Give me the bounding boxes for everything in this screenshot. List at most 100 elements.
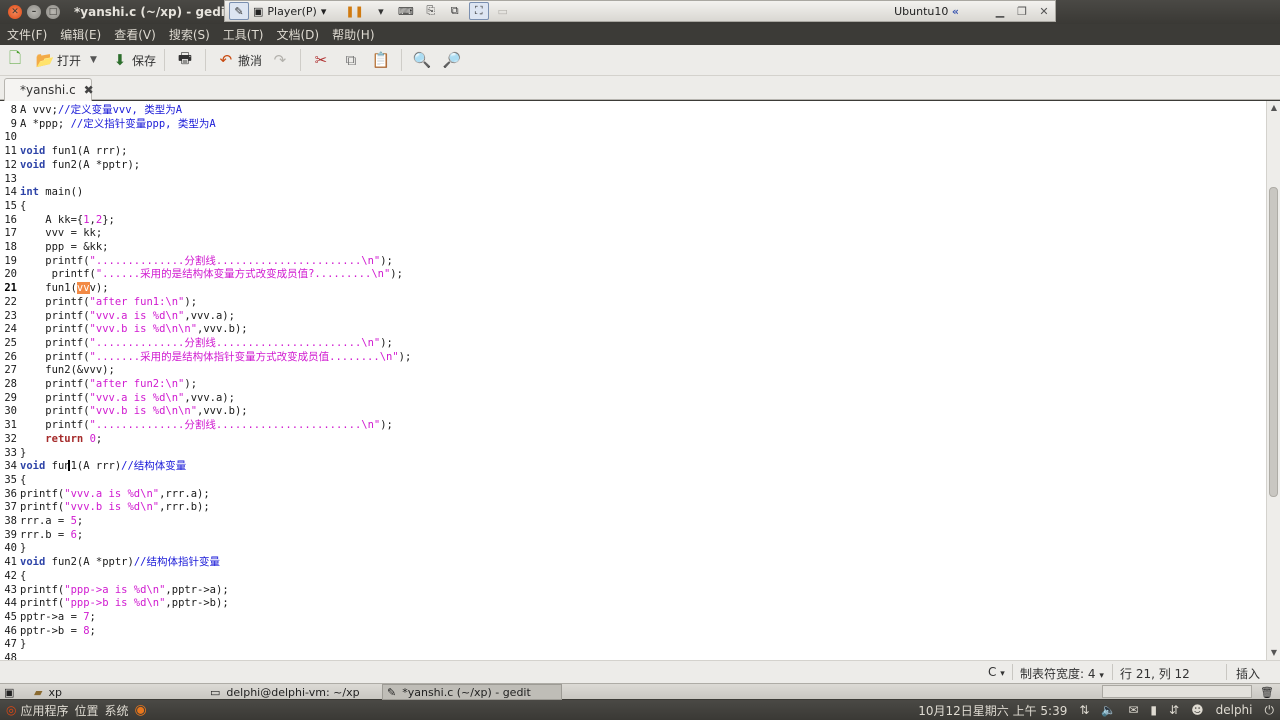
line-text: { [20,199,27,212]
undo-button[interactable]: ↶ 撤消 [214,47,265,73]
line-text: printf("..............分割线...............… [20,254,393,267]
find-button[interactable]: 🔍 [410,47,437,73]
taskbar-item-label: delphi@delphi-vm: ~/xp [226,685,360,699]
window-close-button[interactable]: ✕ [8,5,22,19]
save-label: 保存 [131,53,156,68]
firefox-icon[interactable]: ◉ [135,702,147,718]
code-editor[interactable]: 8A vvv;//定义变量vvv, 类型为A 9 A *ppp; //定义指针变量p… [0,101,1266,660]
line-number: 28 [4,378,17,390]
power-icon[interactable]: ⏻ [1265,703,1275,718]
menu-tools[interactable]: 工具(T) [216,26,270,43]
replace-button[interactable]: 🔎 [440,47,467,73]
scroll-down-icon[interactable]: ▼ [1269,648,1279,658]
new-button[interactable]: 🗋 [3,47,30,73]
vm-player-toolbar: ✎ ▣ Player(P) ▾ ❚❚ ▾ ⌨ ⎘ ⧉ ⛶ ▭ Ubuntu10 … [224,0,1056,22]
code-line: 46 pptr->b = 8; [0,625,96,639]
user-icon[interactable]: ☻ [1191,703,1204,717]
line-number: 30 [4,405,17,418]
network-icon[interactable]: ⇅ [1079,703,1089,717]
line-text: void fun1(A rrr); [20,145,128,158]
toolbar-separator [204,49,206,71]
line-number: 29 [4,391,17,404]
menu-system[interactable]: 系统 [105,702,129,719]
code-line: 17 vvv = kk; [0,227,102,241]
vm-minimize-icon[interactable]: ▁ [989,5,1011,18]
code-line: 27 fun2(&vvv); [0,364,114,378]
language-selector[interactable]: C ▾ [988,665,1005,679]
menu-help[interactable]: 帮助(H) [325,26,380,43]
mail-icon[interactable]: ✉ [1128,703,1138,717]
code-line: 19 printf("..............分割线............… [0,255,393,269]
vm-guest-name[interactable]: Ubuntu10 « [894,5,959,18]
chevron-down-icon: ▾ [1099,671,1104,681]
battery-icon[interactable]: ▮ [1150,703,1157,717]
tab-yanshi-c[interactable]: *yanshi.c ✖ [4,78,94,101]
folder-icon: 📂 [35,51,55,69]
menu-file[interactable]: 文件(F) [0,26,53,43]
line-text: printf("after fun1:\n"); [20,295,198,308]
cut-button[interactable]: ✂ [309,47,336,73]
line-text: fun1(vvv); [20,282,109,295]
tab-width-selector[interactable]: 制表符宽度: 4 ▾ [1020,665,1104,682]
scrollbar-thumb[interactable] [1269,187,1278,497]
status-bar: C ▾ 制表符宽度: 4 ▾ 行 21, 列 12 插入 [0,660,1280,683]
code-line: 15{ [0,200,26,214]
line-text: printf("after fun2:\n"); [20,378,198,390]
taskbar-item-xp[interactable]: ▰ xp [30,684,200,700]
open-recent-dropdown[interactable]: ▼ [87,47,100,73]
line-number: 25 [4,336,17,349]
open-button[interactable]: 📂 打开 [33,47,84,73]
print-button[interactable]: 🖶 [173,47,200,73]
pause-icon[interactable]: ❚❚ [342,2,366,20]
code-line: 36 printf("vvv.a is %d\n",rrr.a); [0,487,209,502]
redo-button[interactable]: ↷ [268,47,295,73]
paste-button[interactable]: 📋 [369,47,396,73]
window-title-bar: ✕ – □ *yanshi.c (~/xp) - gedit ✎ ▣ Playe… [0,0,1280,24]
code-line: 37 printf("vvv.b is %d\n",rrr.b); [0,501,209,515]
menu-edit[interactable]: 编辑(E) [53,26,107,43]
clock[interactable]: 10月12日星期六 上午 5:39 [918,702,1067,719]
redo-icon: ↷ [273,51,287,69]
menu-applications[interactable]: ◎ 应用程序 [6,702,69,719]
send-keys-icon[interactable]: ⌨ [395,2,417,20]
code-line: 42{ [0,570,26,584]
user-name[interactable]: delphi [1216,703,1253,717]
volume-icon[interactable]: 🔈 [1101,703,1116,717]
menu-search[interactable]: 搜索(S) [162,26,216,43]
window-maximize-button[interactable]: □ [46,5,60,19]
pin-icon[interactable]: ✎ [229,2,249,20]
menu-places[interactable]: 位置 [75,702,99,719]
code-line: 11 void fun1(A rrr); [0,145,127,159]
transfer-icon[interactable]: ⇵ [1169,703,1179,717]
unity-icon[interactable]: ⧉ [445,2,465,20]
menu-documents[interactable]: 文档(D) [270,26,326,43]
line-number: 43 [4,583,17,596]
chevron-down-icon[interactable]: ▾ [371,2,391,20]
line-text: printf("ppp->a is %d\n",pptr->a); [20,583,229,596]
vertical-scrollbar[interactable]: ▲ ▼ [1266,101,1280,660]
show-desktop-icon[interactable]: ▣ [0,684,20,700]
window-minimize-button[interactable]: – [27,5,41,19]
scroll-up-icon[interactable]: ▲ [1269,103,1279,113]
trash-icon[interactable]: 🗑 [1256,684,1276,700]
folder-icon: ▰ [34,685,43,699]
menu-view[interactable]: 查看(V) [107,26,162,43]
taskbar-item-terminal[interactable]: ▭ delphi@delphi-vm: ~/xp [206,684,378,700]
line-number: 36 [4,487,17,500]
workspace-switcher[interactable] [1102,685,1252,698]
copy-button[interactable]: ⧉ [339,47,366,73]
close-icon[interactable]: ✖ [84,83,94,97]
fullscreen-icon[interactable]: ⛶ [468,2,489,20]
terminal-icon: ▭ [210,685,221,699]
code-line: 20 printf("......采用的是结构体变量方式改变成员值?......… [0,268,403,282]
taskbar-item-gedit[interactable]: ✎ *yanshi.c (~/xp) - gedit [382,684,562,700]
code-line: 32 return 0; [0,433,102,447]
save-button[interactable]: ⬇ 保存 [108,47,159,73]
removable-devices-icon[interactable]: ⎘ [421,2,441,20]
vm-restore-icon[interactable]: ❐ [1011,5,1033,18]
document-tab-bar: *yanshi.c ✖ [0,76,1280,101]
code-line: 31 printf("..............分割线............… [0,419,393,433]
player-menu[interactable]: ▣ Player(P) ▾ [253,5,326,18]
toolbar-separator [400,49,402,71]
vm-close-icon[interactable]: ✕ [1033,5,1055,18]
